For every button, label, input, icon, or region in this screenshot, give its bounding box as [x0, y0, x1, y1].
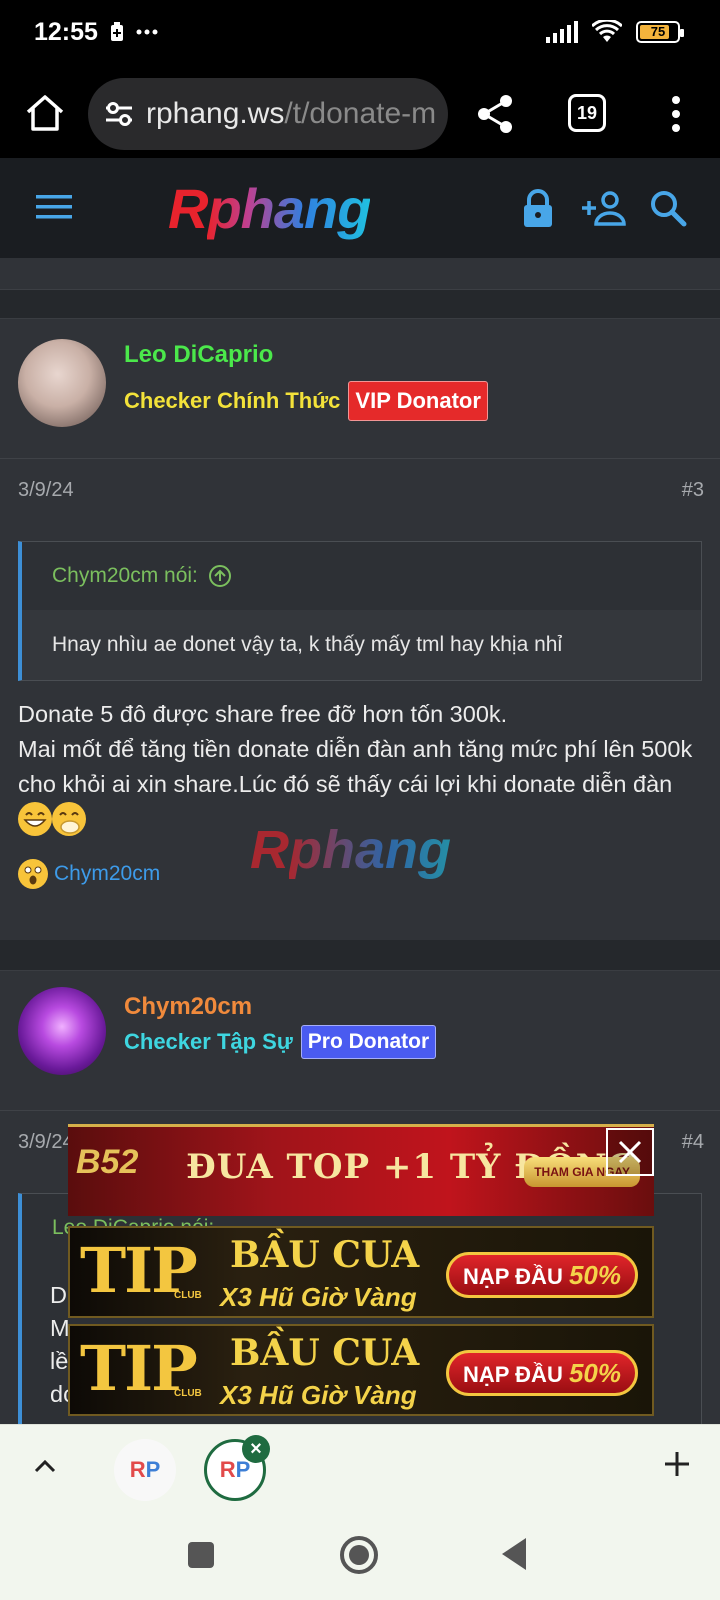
reaction-summary[interactable]: Chym20cm	[18, 859, 160, 889]
tab-chip-r: R	[219, 1457, 236, 1482]
avatar[interactable]	[18, 339, 106, 427]
quote-author[interactable]: Chym20cm nói:	[52, 564, 198, 588]
site-header: Rphang	[0, 158, 720, 258]
url-host: rphang.ws	[146, 97, 285, 130]
watermark-rest: phang	[289, 820, 451, 880]
tip-club-ad-banner[interactable]: TIP CLUB BẦU CUA X3 Hũ Giờ Vàng NẠP ĐẦU …	[68, 1324, 654, 1416]
username[interactable]: Chym20cm	[124, 993, 252, 1021]
recents-button[interactable]	[188, 1542, 214, 1568]
tip-deposit-button[interactable]: NẠP ĐẦU 50%	[446, 1350, 638, 1396]
site-settings-icon[interactable]	[104, 101, 134, 127]
hand-over-mouth-emoji-icon	[52, 802, 86, 836]
tip-button-label: NẠP ĐẦU	[463, 1264, 563, 1289]
arrow-up-circle-icon[interactable]	[208, 564, 232, 588]
astonished-emoji-icon	[18, 859, 48, 889]
user-title-row: Checker Tập Sự Pro Donator	[124, 1025, 437, 1059]
chevron-up-icon[interactable]	[28, 1449, 62, 1483]
reaction-user[interactable]: Chym20cm	[54, 862, 160, 886]
battery-saver-icon	[111, 22, 123, 41]
watermark-logo: Rphang	[250, 819, 451, 881]
post-card: Leo DiCaprio Checker Chính Thức VIP Dona…	[0, 318, 720, 940]
tab-switcher-button[interactable]: 19	[568, 94, 606, 132]
post-date[interactable]: 3/9/24	[18, 1131, 74, 1154]
url-path: /t/donate-m	[284, 97, 437, 130]
lock-icon[interactable]	[518, 188, 558, 228]
quote-text: Hnay nhìu ae donet vậy ta, k thấy mấy tm…	[22, 610, 701, 680]
url-text: rphang.ws/t/donate-m	[146, 97, 436, 131]
post-body-text: Mai mốt để tăng tiền donate diễn đàn anh…	[18, 736, 693, 797]
watermark-r: R	[250, 820, 289, 880]
battery-indicator: 75	[636, 21, 684, 43]
username[interactable]: Leo DiCaprio	[124, 341, 273, 369]
search-icon[interactable]	[648, 188, 688, 228]
tip-ad-subtitle: X3 Hũ Giờ Vàng	[220, 1380, 417, 1410]
tip-ad-title: BẦU CUA	[230, 1332, 420, 1374]
tip-ad-subtitle: X3 Hũ Giờ Vàng	[220, 1282, 417, 1312]
grinning-emoji-icon	[18, 802, 52, 836]
status-notification-icons	[110, 22, 158, 42]
wifi-icon	[592, 20, 622, 42]
signal-icon	[546, 21, 578, 43]
address-bar[interactable]: rphang.ws/t/donate-m	[88, 78, 448, 150]
post-date[interactable]: 3/9/24	[18, 479, 74, 502]
status-bar: 12:55 75	[0, 0, 720, 70]
logo-r: R	[168, 177, 208, 240]
add-user-icon[interactable]	[582, 188, 626, 228]
site-logo[interactable]: Rphang	[168, 176, 371, 241]
user-title: Checker Tập Sự	[124, 1029, 293, 1054]
close-icon	[618, 1140, 642, 1164]
post-body-line: Donate 5 đô được share free đỡ hơn tốn 3…	[18, 701, 508, 727]
close-tab-icon[interactable]: ×	[242, 1435, 270, 1463]
tab-chip[interactable]: RP	[114, 1439, 176, 1501]
home-button-dot	[349, 1545, 369, 1565]
tip-club-label: CLUB	[174, 1388, 202, 1399]
user-title: Checker Chính Thức	[124, 388, 341, 413]
tip-ad-title: BẦU CUA	[230, 1234, 420, 1276]
quote-header[interactable]: Chym20cm nói:	[22, 542, 701, 610]
tab-chip-p: P	[145, 1457, 161, 1482]
tip-button-label: NẠP ĐẦU	[463, 1362, 563, 1387]
post-user-block: Chym20cm Checker Tập Sự Pro Donator	[0, 971, 720, 1111]
more-vert-icon[interactable]	[664, 92, 688, 136]
browser-tab-strip: RP RP ×	[0, 1424, 720, 1510]
share-icon[interactable]	[474, 92, 518, 136]
more-notifications-icon	[136, 29, 158, 35]
status-time: 12:55	[34, 18, 98, 46]
post-user-block: Leo DiCaprio Checker Chính Thức VIP Dona…	[0, 319, 720, 459]
home-icon[interactable]	[22, 90, 68, 136]
tip-club-ad-banner[interactable]: TIP CLUB BẦU CUA X3 Hũ Giờ Vàng NẠP ĐẦU …	[68, 1226, 654, 1318]
avatar[interactable]	[18, 987, 106, 1075]
back-button[interactable]	[502, 1538, 526, 1570]
tip-deposit-button[interactable]: NẠP ĐẦU 50%	[446, 1252, 638, 1298]
tip-button-percent: 50%	[568, 1358, 621, 1388]
tip-club-label: CLUB	[174, 1290, 202, 1301]
tab-chip-r: R	[129, 1457, 146, 1482]
b52-logo: B52	[76, 1143, 139, 1181]
hamburger-icon[interactable]	[36, 192, 72, 222]
plus-icon[interactable]	[660, 1447, 694, 1481]
system-nav-bar	[0, 1510, 720, 1600]
tip-button-percent: 50%	[568, 1260, 621, 1290]
quote-block: Chym20cm nói: Hnay nhìu ae donet vậy ta,…	[18, 541, 702, 681]
post-meta: 3/9/24 #3	[0, 459, 720, 525]
pro-donator-badge: Pro Donator	[300, 1025, 437, 1059]
battery-level: 75	[650, 24, 666, 39]
previous-post-footer	[0, 258, 720, 290]
close-ad-button[interactable]	[606, 1128, 654, 1176]
status-system-icons: 75	[546, 20, 684, 44]
post-number[interactable]: #4	[682, 1131, 704, 1154]
post-number[interactable]: #3	[682, 479, 704, 502]
vip-donator-badge: VIP Donator	[348, 381, 488, 421]
logo-rest: phang	[207, 177, 371, 240]
b52-ad-banner[interactable]: B52 ĐUA TOP +1 TỶ ĐỒNG THAM GIA NGAY	[68, 1124, 654, 1216]
browser-toolbar: rphang.ws/t/donate-m 19	[0, 70, 720, 158]
user-title-row: Checker Chính Thức VIP Donator	[124, 381, 488, 421]
